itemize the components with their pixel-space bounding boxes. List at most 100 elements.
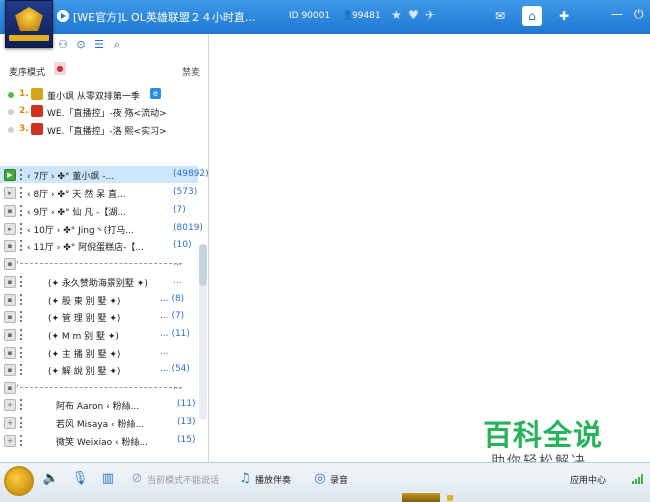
play-state-icon: ▶ bbox=[4, 169, 16, 181]
play-music-button[interactable]: 播放伴奏 bbox=[255, 473, 291, 486]
status-dot bbox=[8, 127, 14, 133]
status-dot bbox=[8, 92, 14, 98]
channel-name: (✦ 管 理 别 墅 ✦) bbox=[48, 314, 121, 324]
location-icon[interactable]: ⊙ bbox=[74, 38, 88, 52]
divider bbox=[20, 263, 182, 264]
gift-icon bbox=[31, 123, 43, 135]
channel-count: (7) bbox=[173, 205, 186, 215]
channel-scrollbar[interactable] bbox=[199, 244, 207, 420]
channel-separator-row[interactable]: ▪ · ... bbox=[0, 255, 198, 272]
channel-row[interactable]: ▪ (✦ 永久赞助海景别墅 ✦) ... bbox=[0, 273, 198, 290]
lock-icon: ▪ bbox=[4, 364, 16, 376]
search-icon[interactable]: ⌕ bbox=[110, 38, 124, 52]
lock-icon: ▪ bbox=[4, 347, 16, 359]
online-count: 99481 bbox=[352, 11, 381, 21]
tree-line bbox=[20, 276, 24, 287]
channel-count: ... (8) bbox=[160, 294, 185, 304]
lock-icon: ▪ bbox=[4, 258, 16, 270]
tree-line bbox=[20, 205, 24, 216]
app-center-button[interactable]: 应用中心 bbox=[570, 473, 606, 486]
member-name: 微笑 Weixiao ‹ 粉絲... bbox=[56, 438, 149, 448]
tree-line bbox=[20, 364, 24, 375]
channel-row[interactable]: ▪ ‹ 11厅 › ✤° 阿倪蛋糕店-【... (10) bbox=[0, 237, 198, 254]
signal-strength-icon bbox=[632, 474, 646, 484]
power-icon[interactable]: ⏻ bbox=[634, 7, 644, 22]
channel-panel: ⚇ ⊙ ☰ ⌕ 麦序模式 ● 禁麦 1. 董小飒 从零双排第一季 e 2. WE.「直… bbox=[0, 34, 209, 462]
lock-icon: ▪ bbox=[4, 382, 16, 394]
channel-name: · bbox=[16, 258, 19, 268]
channel-count: ... bbox=[173, 258, 182, 268]
mic-queue-item[interactable]: 3. WE.「直播控」-洛 熙<实习> bbox=[0, 122, 208, 138]
channel-name: (✦ M m 别 墅 ✦) bbox=[48, 332, 119, 342]
home-icon[interactable]: ⌂ bbox=[522, 6, 542, 26]
speaker-icon[interactable]: 🔈 bbox=[42, 470, 60, 488]
channel-name: (✦ 解 說 別 墅 ✦) bbox=[48, 367, 121, 377]
channel-row[interactable]: ▸ ‹ 8厅 › ✤° 天 然 呆 直... (573) bbox=[0, 184, 198, 201]
gift-icon bbox=[31, 88, 43, 100]
taskbar-icon[interactable] bbox=[447, 495, 453, 501]
plus-icon: + bbox=[4, 435, 16, 447]
lock-icon: ▪ bbox=[4, 276, 16, 288]
room-id: ID 90001 bbox=[289, 11, 331, 21]
channel-row[interactable]: ▪ (✦ M m 别 墅 ✦) ... (11) bbox=[0, 326, 198, 343]
heart-icon[interactable]: ♥ bbox=[408, 8, 419, 22]
channel-name: ‹ 11厅 › ✤° 阿倪蛋糕店-【... bbox=[27, 243, 144, 253]
signal-bar bbox=[635, 479, 637, 484]
mic-queue-item[interactable]: 1. 董小飒 从零双排第一季 e bbox=[0, 87, 208, 103]
mic-mode-label[interactable]: 麦序模式 bbox=[9, 65, 45, 78]
people-icon[interactable]: ⚇ bbox=[56, 38, 70, 52]
channel-name: ‹ 9厅 › ✤° 仙 凡 -【湖... bbox=[27, 208, 126, 218]
channel-name: · bbox=[16, 382, 19, 392]
channel-separator-row[interactable]: ▪ · ... bbox=[0, 379, 198, 396]
message-icon[interactable]: ✉ bbox=[490, 6, 510, 26]
member-row[interactable]: + 若风 Misaya ‹ 粉絲... (13) bbox=[0, 414, 198, 431]
tree-line bbox=[20, 417, 24, 428]
plus-icon: + bbox=[4, 417, 16, 429]
channel-logo[interactable] bbox=[5, 0, 53, 48]
star-icon[interactable]: ★ bbox=[391, 8, 402, 22]
minimize-icon[interactable]: — bbox=[611, 7, 623, 21]
equalizer-icon[interactable]: ▥ bbox=[99, 470, 117, 488]
channel-row[interactable]: ▪ (✦ 管 理 别 墅 ✦) ... (7) bbox=[0, 308, 198, 325]
channel-row[interactable]: ▪ (✦ 股 東 別 墅 ✦) ... (8) bbox=[0, 291, 198, 308]
channel-row[interactable]: ▶ ‹ 7厅 › ✤° 董小飒 -... (49892) bbox=[0, 166, 208, 183]
tree-line bbox=[20, 435, 24, 446]
plus-icon: + bbox=[4, 399, 16, 411]
music-icon[interactable]: ♫ bbox=[236, 470, 254, 488]
gamepad-icon[interactable]: ✚ bbox=[554, 6, 574, 26]
channel-name: (✦ 主 播 别 墅 ✦) bbox=[48, 350, 121, 360]
status-dot bbox=[8, 109, 14, 115]
lock-icon: ▪ bbox=[4, 294, 16, 306]
verified-badge-icon: e bbox=[150, 88, 161, 99]
queue-name: 董小飒 从零双排第一季 bbox=[47, 92, 140, 102]
channel-count: (49892) bbox=[173, 169, 209, 179]
signal-bar bbox=[632, 481, 634, 484]
ban-mic-button[interactable]: 禁麦 bbox=[182, 65, 200, 78]
record-icon[interactable]: ◎ bbox=[311, 470, 329, 488]
channel-row[interactable]: ▸ ‹ 10厅 › ✤° Jing丶(打马... (8019) bbox=[0, 220, 203, 237]
avatar-icon[interactable] bbox=[4, 466, 34, 496]
scrollbar-thumb[interactable] bbox=[199, 244, 207, 286]
member-row[interactable]: + 微笑 Weixiao ‹ 粉絲... (15) bbox=[0, 432, 198, 449]
bottom-toolbar: 🔈 🎙 ▥ ⊘ 当前模式不能说话 ♫ 播放伴奏 ◎ 录音 应用中心 bbox=[0, 462, 650, 502]
divider bbox=[20, 387, 182, 388]
tree-line bbox=[20, 311, 24, 322]
tree-line bbox=[20, 329, 24, 340]
mic-mode-icon[interactable]: ● bbox=[54, 62, 66, 75]
channel-row[interactable]: ▪ ‹ 9厅 › ✤° 仙 凡 -【湖... (7) bbox=[0, 202, 198, 219]
channel-count: (8019) bbox=[173, 223, 203, 233]
channel-name: ‹ 7厅 › ✤° 董小飒 -... bbox=[27, 172, 115, 182]
tree-line bbox=[20, 399, 24, 410]
channel-name: ‹ 10厅 › ✤° Jing丶(打马... bbox=[27, 226, 134, 236]
play-icon[interactable] bbox=[57, 10, 69, 22]
mic-queue-item[interactable]: 2. WE.「直播控」-夜 殇<流动> bbox=[0, 104, 208, 120]
record-button[interactable]: 录音 bbox=[330, 473, 348, 486]
channel-row[interactable]: ▪ (✦ 主 播 别 墅 ✦) ... bbox=[0, 344, 198, 361]
mic-icon[interactable]: 🎙 bbox=[71, 470, 89, 488]
list-icon[interactable]: ☰ bbox=[92, 38, 106, 52]
plane-icon[interactable]: ✈ bbox=[425, 8, 435, 22]
channel-row[interactable]: ▪ (✦ 解 說 別 墅 ✦) ... (54) bbox=[0, 361, 198, 378]
member-name: 若风 Misaya ‹ 粉絲... bbox=[56, 420, 145, 430]
arrow-state-icon: ▸ bbox=[4, 187, 16, 199]
member-row[interactable]: + 阿布 Aaron ‹ 粉絲... (11) bbox=[0, 396, 198, 413]
